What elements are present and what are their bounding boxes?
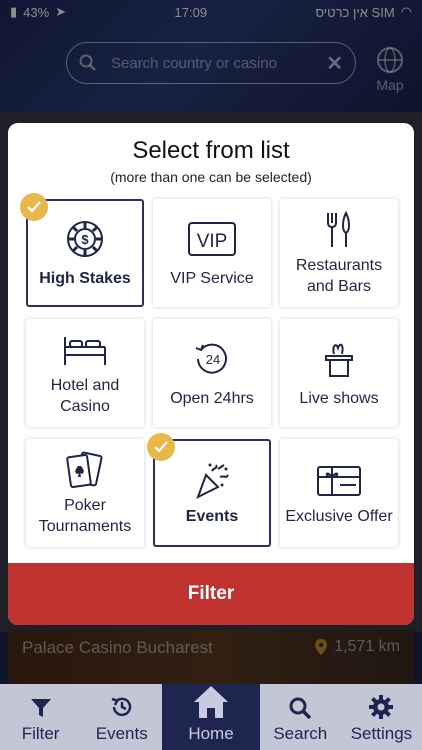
modal-title: Select from list xyxy=(132,137,290,164)
fork-knife-icon xyxy=(327,211,350,247)
party-popper-icon xyxy=(196,463,229,499)
svg-text:VIP: VIP xyxy=(197,231,228,252)
option-label: Restaurants and Bars xyxy=(295,257,383,295)
bed-icon xyxy=(64,337,106,365)
tab-home[interactable]: Home xyxy=(162,684,260,750)
svg-text:$: $ xyxy=(81,232,89,247)
tab-search-label: Search xyxy=(273,724,328,743)
clock-24-icon: 24 xyxy=(195,343,227,374)
gear-icon xyxy=(369,695,394,719)
option-vip-service[interactable]: VIP VIP Service xyxy=(153,199,271,307)
option-label: High Stakes xyxy=(39,269,131,287)
option-exclusive-offer[interactable]: Exclusive Offer xyxy=(280,439,398,547)
home-icon xyxy=(194,686,228,718)
tab-bar: Filter Events Home Search Settings xyxy=(0,684,422,750)
option-label: Exclusive Offer xyxy=(285,507,393,525)
tab-filter-label: Filter xyxy=(21,724,60,743)
tab-settings[interactable]: Settings xyxy=(341,684,422,750)
filter-modal: Select from list (more than one can be s… xyxy=(8,123,414,625)
magic-hat-icon xyxy=(325,343,353,377)
chip-icon: $ xyxy=(67,220,103,257)
option-open-24hrs[interactable]: 24 Open 24hrs xyxy=(153,319,271,427)
tab-settings-label: Settings xyxy=(350,724,413,743)
option-high-stakes[interactable]: $ High Stakes xyxy=(20,193,144,307)
option-label: Events xyxy=(185,507,239,525)
modal-subtitle: (more than one can be selected) xyxy=(110,169,312,185)
tab-search[interactable]: Search xyxy=(260,684,341,750)
history-icon xyxy=(111,697,131,717)
option-label: Poker Tournaments xyxy=(38,497,132,535)
tab-home-label: Home xyxy=(188,724,234,743)
option-hotel-casino[interactable]: Hotel and Casino xyxy=(26,319,144,427)
option-label: Hotel and Casino xyxy=(50,377,120,415)
option-poker-tournaments[interactable]: Poker Tournaments xyxy=(26,439,144,547)
cards-icon xyxy=(66,451,103,488)
tab-events-label: Events xyxy=(95,724,148,743)
option-live-shows[interactable]: Live shows xyxy=(280,319,398,427)
tab-filter[interactable]: Filter xyxy=(0,684,81,750)
option-grid: $ High Stakes VIP VIP Service Restaurant… xyxy=(20,193,398,547)
svg-text:24: 24 xyxy=(206,352,220,367)
gift-card-icon xyxy=(317,465,361,496)
option-label: VIP Service xyxy=(170,269,254,287)
filter-icon xyxy=(30,699,51,717)
search-icon xyxy=(289,697,312,720)
tab-events[interactable]: Events xyxy=(81,684,162,750)
option-restaurants-bars[interactable]: Restaurants and Bars xyxy=(280,199,398,307)
vip-icon: VIP xyxy=(188,221,236,256)
option-label: Open 24hrs xyxy=(170,389,254,407)
option-label: Live shows xyxy=(299,389,379,407)
filter-button[interactable]: Filter xyxy=(8,563,414,625)
check-icon xyxy=(20,193,48,221)
check-icon xyxy=(147,433,175,461)
option-events[interactable]: Events xyxy=(147,433,271,547)
